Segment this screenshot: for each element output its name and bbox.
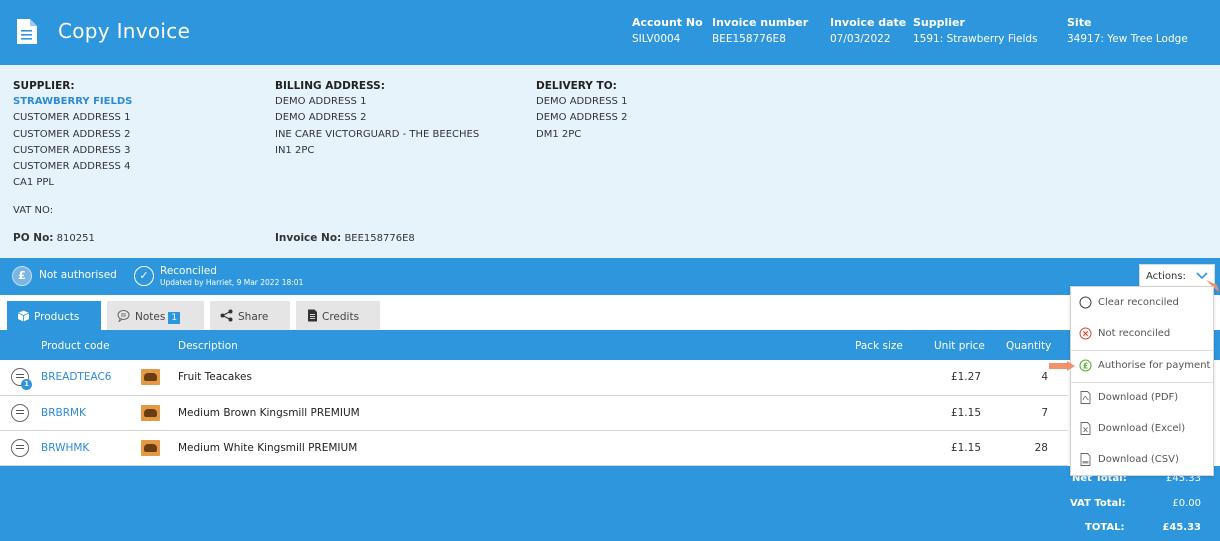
supplier-address: SUPPLIER: STRAWBERRY FIELDS CUSTOMER ADD… <box>13 80 133 189</box>
updated-by: Updated by Harriet, 9 Mar 2022 18:01 <box>160 278 304 287</box>
circle-icon <box>1079 296 1092 309</box>
product-code-link[interactable]: BREADTEAC6 <box>41 371 111 383</box>
unit-price: £1.15 <box>950 407 981 419</box>
menu-clear-reconciled[interactable]: Clear reconciled <box>1071 287 1213 318</box>
product-description: Fruit Teacakes <box>178 371 252 383</box>
unit-price: £1.15 <box>950 442 981 454</box>
pound-circle-icon: £ <box>1079 359 1092 372</box>
pointer-arrow-icon <box>1049 361 1075 371</box>
supplier: Supplier 1591: Strawberry Fields <box>913 16 1038 45</box>
tab-share[interactable]: Share <box>210 301 290 330</box>
col-quantity[interactable]: Quantity <box>1006 340 1051 352</box>
site: Site 34917: Yew Tree Lodge <box>1067 16 1188 45</box>
grand-total-value: £45.33 <box>1162 522 1201 533</box>
delivery-address: DELIVERY TO: DEMO ADDRESS 1 DEMO ADDRESS… <box>536 80 628 140</box>
reconciled-status: Reconciled <box>160 265 217 277</box>
x-circle-icon <box>1079 327 1092 340</box>
quantity: 7 <box>1041 407 1048 419</box>
note-icon[interactable] <box>11 404 29 422</box>
product-code-link[interactable]: BRWHMK <box>41 442 89 454</box>
document-icon <box>308 309 317 322</box>
actions-menu: Clear reconciled Not reconciled £ Author… <box>1070 286 1214 476</box>
quantity: 4 <box>1041 371 1048 383</box>
invoice-no: Invoice No: BEE158776E8 <box>275 232 415 244</box>
vat-total-value: £0.00 <box>1172 498 1201 509</box>
product-description: Medium White Kingsmill PREMIUM <box>178 442 358 454</box>
po-number: PO No: 810251 <box>13 232 95 244</box>
product-code-link[interactable]: BRBRMK <box>41 407 86 419</box>
bread-icon <box>141 369 160 385</box>
authorisation-status: Not authorised <box>39 269 117 281</box>
col-description[interactable]: Description <box>178 340 238 352</box>
document-icon <box>17 19 37 44</box>
table-row[interactable]: BRBRMK Medium Brown Kingsmill PREMIUM £1… <box>0 396 1068 431</box>
box-icon <box>17 310 30 322</box>
note-icon[interactable]: 1 <box>11 368 32 390</box>
bread-icon <box>141 440 160 456</box>
totals-panel: Net Total: £45.33 VAT Total: £0.00 TOTAL… <box>0 466 1220 541</box>
tab-credits[interactable]: Credits <box>296 301 380 330</box>
tab-bar: Products Notes 1 Share Credits <box>0 295 1220 330</box>
excel-file-icon <box>1080 422 1091 435</box>
bread-icon <box>141 405 160 421</box>
billing-address: BILLING ADDRESS: DEMO ADDRESS 1 DEMO ADD… <box>275 80 480 156</box>
tab-notes[interactable]: Notes 1 <box>107 301 204 330</box>
menu-not-reconciled[interactable]: Not reconciled <box>1071 318 1213 349</box>
menu-authorise-for-payment[interactable]: £ Authorise for payment <box>1071 350 1213 381</box>
unit-price: £1.27 <box>950 371 981 383</box>
menu-download-csv[interactable]: Download (CSV) <box>1071 444 1213 475</box>
invoice-number: Invoice number BEE158776E8 <box>712 16 809 45</box>
pdf-file-icon <box>1080 391 1091 404</box>
note-icon[interactable] <box>11 439 29 457</box>
table-row[interactable]: 1 BREADTEAC6 Fruit Teacakes £1.27 4 <box>0 360 1068 396</box>
col-unit-price[interactable]: Unit price <box>934 340 985 352</box>
speech-icon <box>117 310 130 322</box>
vat-total-label: VAT Total: <box>1070 498 1126 509</box>
product-description: Medium Brown Kingsmill PREMIUM <box>178 407 360 419</box>
account-no: Account No SILV0004 <box>632 16 703 45</box>
supplier-name[interactable]: STRAWBERRY FIELDS <box>13 94 132 110</box>
status-bar: £ Not authorised ✓ Reconciled Updated by… <box>0 258 1220 295</box>
vat-no: VAT NO: <box>13 205 54 216</box>
grand-total-label: TOTAL: <box>1085 522 1125 533</box>
menu-download-pdf[interactable]: Download (PDF) <box>1071 382 1213 413</box>
note-count-badge: 1 <box>21 379 32 390</box>
page-title: Copy Invoice <box>58 19 191 43</box>
invoice-date: Invoice date 07/03/2022 <box>830 16 907 45</box>
col-product-code[interactable]: Product code <box>41 340 110 352</box>
table-header: Product code Description Pack size Unit … <box>0 330 1220 360</box>
share-icon <box>220 309 233 322</box>
svg-text:£: £ <box>1083 362 1089 371</box>
table-row[interactable]: BRWHMK Medium White Kingsmill PREMIUM £1… <box>0 431 1068 466</box>
csv-file-icon <box>1080 453 1091 466</box>
actions-button[interactable]: Actions: <box>1139 264 1215 288</box>
col-pack-size[interactable]: Pack size <box>855 340 903 352</box>
address-panel: SUPPLIER: STRAWBERRY FIELDS CUSTOMER ADD… <box>0 65 1220 258</box>
tab-products[interactable]: Products <box>7 301 101 330</box>
pound-circle-icon: £ <box>12 266 32 286</box>
check-circle-icon: ✓ <box>134 266 154 286</box>
page-header: Copy Invoice Account No SILV0004 Invoice… <box>0 0 1220 65</box>
quantity: 28 <box>1034 442 1048 454</box>
menu-download-excel[interactable]: Download (Excel) <box>1071 413 1213 444</box>
notes-count-badge: 1 <box>168 312 181 324</box>
